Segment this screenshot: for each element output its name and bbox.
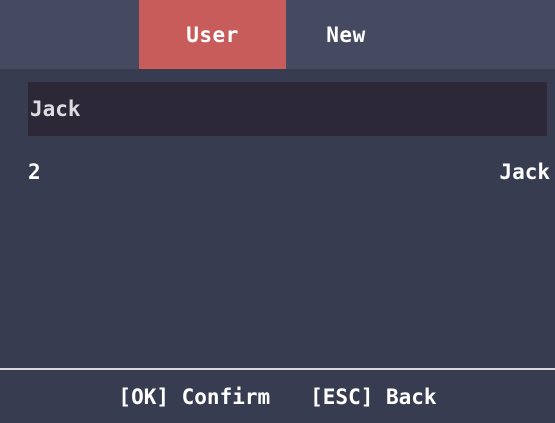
tab-bar: User New (0, 0, 555, 69)
result-row[interactable]: 2 Jack (28, 152, 550, 192)
search-input[interactable]: Jack (28, 82, 547, 136)
result-id: 2 (28, 160, 41, 184)
footer-bar: [OK] Confirm [ESC] Back (0, 370, 555, 423)
back-hint[interactable]: [ESC] Back (310, 385, 436, 409)
result-name: Jack (499, 160, 550, 184)
confirm-hint[interactable]: [OK] Confirm (118, 385, 270, 409)
device-screen: User New Jack 2 Jack [OK] Confirm [ESC] … (0, 0, 555, 423)
tab-user[interactable]: User (139, 0, 286, 69)
tab-new[interactable]: New (286, 0, 406, 69)
tab-new-label: New (326, 22, 366, 47)
tab-user-label: User (186, 22, 239, 47)
search-input-value: Jack (30, 97, 81, 121)
